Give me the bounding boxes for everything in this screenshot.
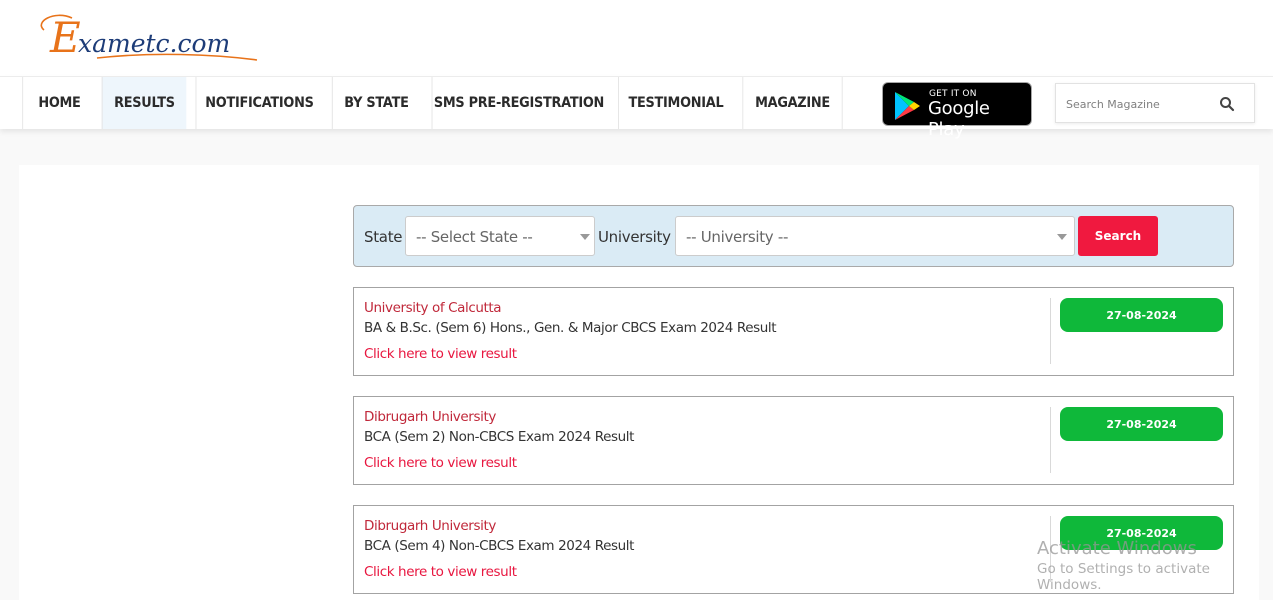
result-university[interactable]: University of Calcutta <box>364 300 502 316</box>
divider <box>1050 298 1051 364</box>
logo-graphic: E xametc.com <box>40 13 258 62</box>
date-badge: 27-08-2024 <box>1060 516 1223 550</box>
result-university[interactable]: Dibrugarh University <box>364 409 496 425</box>
search-button[interactable]: Search <box>1078 216 1158 256</box>
university-select-value: -- University -- <box>686 228 789 246</box>
view-result-link[interactable]: Click here to view result <box>364 346 517 362</box>
search-magazine-box <box>1055 83 1255 123</box>
university-select[interactable]: -- University -- <box>675 216 1075 256</box>
result-card: Dibrugarh University BCA (Sem 4) Non-CBC… <box>353 505 1234 594</box>
result-card: University of Calcutta BA & B.Sc. (Sem 6… <box>353 287 1234 376</box>
date-badge: 27-08-2024 <box>1060 298 1223 332</box>
header: E xametc.com <box>0 0 1273 76</box>
google-play-icon <box>895 92 920 120</box>
nav-testimonial[interactable]: TESTIMONIAL <box>618 77 733 129</box>
nav-notifications[interactable]: NOTIFICATIONS <box>195 77 323 129</box>
logo-text: xametc.com <box>78 29 230 58</box>
nav-by-state[interactable]: BY STATE <box>331 77 420 129</box>
search-icon[interactable] <box>1219 96 1235 112</box>
university-label: University <box>598 228 671 246</box>
nav-sms-pre-registration[interactable]: SMS PRE-REGISTRATION <box>431 77 606 129</box>
logo-e: E <box>49 13 81 62</box>
chevron-down-icon <box>1057 234 1067 240</box>
view-result-link[interactable]: Click here to view result <box>364 564 517 580</box>
nav-home[interactable]: HOME <box>22 77 96 129</box>
state-select-value: -- Select State -- <box>416 228 533 246</box>
divider <box>1050 516 1051 582</box>
state-label: State <box>364 228 403 246</box>
date-badge: 27-08-2024 <box>1060 407 1223 441</box>
state-select[interactable]: -- Select State -- <box>405 216 595 256</box>
result-title: BA & B.Sc. (Sem 6) Hons., Gen. & Major C… <box>364 320 777 336</box>
result-filter-bar: State -- Select State -- University -- U… <box>353 205 1234 267</box>
result-card: Dibrugarh University BCA (Sem 2) Non-CBC… <box>353 396 1234 485</box>
result-title: BCA (Sem 2) Non-CBCS Exam 2024 Result <box>364 429 635 445</box>
result-university[interactable]: Dibrugarh University <box>364 518 496 534</box>
chevron-down-icon <box>580 234 590 240</box>
search-magazine-input[interactable] <box>1066 92 1216 116</box>
nav-magazine[interactable]: MAGAZINE <box>742 77 843 129</box>
google-play-badge[interactable]: GET IT ON Google Play <box>882 82 1032 140</box>
google-play-big-text: Google Play <box>928 98 990 140</box>
divider <box>1050 407 1051 473</box>
result-title: BCA (Sem 4) Non-CBCS Exam 2024 Result <box>364 538 635 554</box>
view-result-link[interactable]: Click here to view result <box>364 455 517 471</box>
nav-results[interactable]: RESULTS <box>101 77 187 129</box>
site-logo[interactable]: E xametc.com <box>32 8 262 68</box>
